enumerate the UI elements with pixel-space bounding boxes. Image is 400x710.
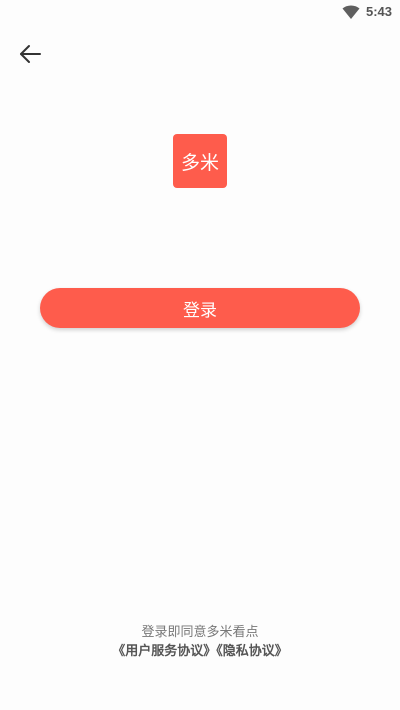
agreement-notice: 登录即同意多米看点 《用户服务协议》《隐私协议》: [0, 623, 400, 661]
user-agreement-link[interactable]: 《用户服务协议》: [112, 644, 216, 659]
back-button[interactable]: [14, 40, 46, 68]
status-bar: 5:43: [0, 0, 400, 24]
privacy-policy-link[interactable]: 《隐私协议》: [216, 644, 288, 659]
agreement-links: 《用户服务协议》《隐私协议》: [0, 642, 400, 661]
agreement-prefix: 登录即同意多米看点: [141, 625, 259, 640]
app-logo: 多米: [173, 134, 227, 188]
arrow-left-icon: [20, 45, 41, 63]
wifi-icon: [342, 5, 360, 19]
login-screen: 5:43 多米 登录 登录即同意多米看点 《用户服务协议》《隐私协议》: [0, 0, 400, 710]
app-logo-text: 多米: [180, 151, 219, 174]
status-time: 5:43: [365, 4, 392, 19]
login-button[interactable]: 登录: [40, 288, 360, 328]
